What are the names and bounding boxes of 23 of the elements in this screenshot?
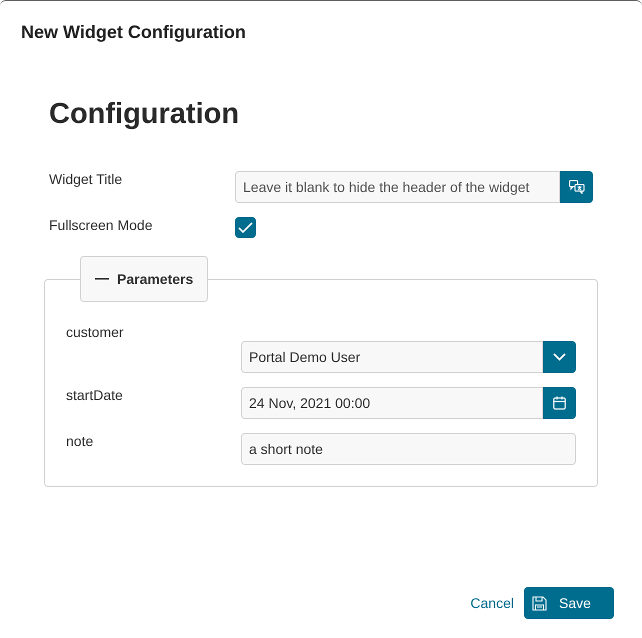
field-label: Widget Title — [49, 171, 124, 187]
select-field[interactable]: Portal Demo User — [241, 341, 543, 373]
field-label: Fullscreen Mode — [49, 217, 154, 233]
calendar-icon — [553, 396, 566, 410]
dropdown-button[interactable] — [543, 341, 576, 373]
field-label: startDate — [66, 387, 124, 403]
floppy-disk-icon — [532, 596, 547, 610]
translate-icon — [568, 180, 584, 194]
cancel-link[interactable]: Cancel — [470, 595, 514, 611]
calendar-button[interactable] — [543, 387, 576, 419]
field-label: note — [66, 433, 94, 449]
input-field[interactable]: a short note — [241, 433, 576, 465]
chevron-down-icon — [553, 353, 566, 361]
dialog-title: New Widget Configuration — [21, 21, 247, 43]
translate-button[interactable] — [560, 171, 593, 203]
checkmark-icon — [238, 222, 253, 233]
date-field[interactable]: 24 Nov, 2021 00:00 — [241, 387, 543, 419]
widget-title-field[interactable]: Leave it blank to hide the header of the widget — [235, 171, 560, 203]
parameters-toggle[interactable]: Parameters — [80, 256, 208, 302]
section-heading: Configuration — [49, 97, 240, 131]
save-button[interactable]: Save — [524, 587, 614, 619]
checkbox[interactable] — [235, 217, 256, 238]
field-label: customer — [66, 324, 125, 340]
